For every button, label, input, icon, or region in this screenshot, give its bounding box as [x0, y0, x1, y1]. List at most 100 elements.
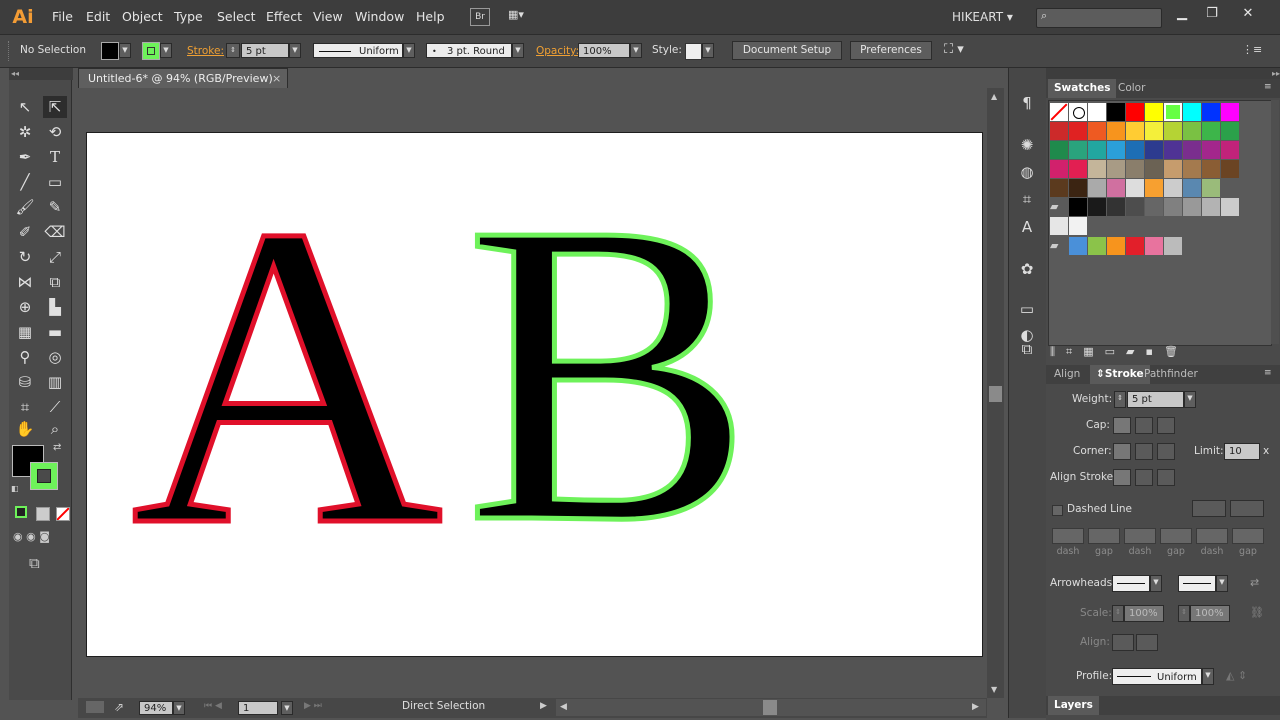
swatch[interactable]	[1164, 103, 1182, 121]
swatch[interactable]	[1126, 103, 1144, 121]
dash-field-1[interactable]	[1052, 528, 1084, 544]
gray-swatch[interactable]	[1202, 198, 1220, 216]
swatch[interactable]	[1221, 103, 1239, 121]
group-swatch[interactable]	[1088, 237, 1106, 255]
scroll-down-icon[interactable]: ▼	[991, 685, 997, 694]
variable-width-field[interactable]: Uniform	[313, 43, 403, 58]
projecting-cap-icon[interactable]	[1157, 417, 1175, 434]
butt-cap-icon[interactable]	[1113, 417, 1131, 434]
color-mode-icon[interactable]	[15, 506, 27, 518]
horizontal-scrollbar[interactable]: ◀ ▶	[556, 699, 986, 716]
stroke-swatch[interactable]	[142, 42, 160, 60]
search-input[interactable]: ⌕	[1036, 8, 1162, 28]
hand-tool-icon[interactable]: ✋	[13, 418, 37, 440]
swatch[interactable]	[1145, 160, 1163, 178]
free-transform-icon[interactable]: ⧉	[43, 271, 67, 293]
character-icon[interactable]: A	[1014, 216, 1040, 238]
gray-swatch[interactable]	[1183, 198, 1201, 216]
scroll-right-icon[interactable]: ▶	[972, 702, 979, 712]
style-swatch[interactable]	[685, 43, 702, 60]
flip-profile-icon[interactable]: ◭ ⇕	[1226, 669, 1247, 682]
swatches-scrollbar[interactable]	[1271, 100, 1279, 344]
pencil-icon[interactable]: ✎	[43, 196, 67, 218]
dash-field-3[interactable]	[1196, 528, 1228, 544]
paragraph-icon[interactable]: ¶	[1014, 92, 1040, 114]
menu-select[interactable]: Select	[217, 0, 256, 34]
stroke-stepper[interactable]: ⇕	[226, 43, 240, 58]
document-tab[interactable]: Untitled-6* @ 94% (RGB/Preview) ×	[78, 68, 288, 89]
stroke-weight-dropdown[interactable]: ▼	[289, 43, 301, 58]
brush-field[interactable]: • 3 pt. Round	[426, 43, 512, 58]
menu-help[interactable]: Help	[416, 0, 445, 34]
stroke-weight-field[interactable]: 5 pt	[241, 43, 289, 58]
appearance-icon[interactable]: ✺	[1014, 134, 1040, 156]
gray-swatch[interactable]	[1069, 217, 1087, 235]
gray-swatch[interactable]	[1221, 198, 1239, 216]
swatch[interactable]	[1126, 179, 1144, 197]
swatch[interactable]	[1069, 160, 1087, 178]
swatch[interactable]	[1183, 103, 1201, 121]
tab-align[interactable]: Align	[1048, 365, 1086, 384]
symbol-sprayer-icon[interactable]: ⛁	[13, 371, 37, 393]
shape-builder-icon[interactable]: ⊕	[13, 296, 37, 318]
menu-window[interactable]: Window	[355, 0, 404, 34]
paintbrush-icon[interactable]: 🖌	[13, 196, 37, 218]
swatch[interactable]	[1183, 122, 1201, 140]
swatch[interactable]	[1202, 103, 1220, 121]
swatch[interactable]	[1069, 122, 1087, 140]
scale-end-field[interactable]: 100%	[1190, 605, 1230, 622]
tab-layers[interactable]: Layers	[1048, 696, 1099, 715]
lasso-icon[interactable]: ⟲	[43, 121, 67, 143]
swatch[interactable]	[1145, 103, 1163, 121]
artboard[interactable]: A B	[86, 132, 983, 657]
swatch[interactable]	[1069, 141, 1087, 159]
style-dropdown[interactable]: ▼	[702, 43, 714, 58]
gradient-mode-icon[interactable]	[36, 507, 50, 521]
swatch[interactable]	[1050, 179, 1068, 197]
line-tool-icon[interactable]: ╱	[13, 171, 37, 193]
gray-swatch[interactable]	[1088, 198, 1106, 216]
swatch[interactable]	[1183, 141, 1201, 159]
export-icon[interactable]: ⇗	[114, 700, 124, 714]
fill-dropdown[interactable]: ▼	[119, 43, 131, 58]
letter-a[interactable]: A	[129, 135, 446, 618]
panel-menu-icon[interactable]: ⋮≡	[1242, 43, 1262, 56]
layers-panel-icon[interactable]: ⧉	[1014, 338, 1040, 360]
link-scale-icon[interactable]: ⛓	[1250, 606, 1264, 619]
rectangle-tool-icon[interactable]: ▭	[43, 171, 67, 193]
stroke-dropdown[interactable]: ▼	[160, 43, 172, 58]
restore-icon[interactable]: ❐	[1198, 4, 1226, 24]
graph-tool-icon[interactable]: ▥	[43, 371, 67, 393]
swatch[interactable]	[1050, 122, 1068, 140]
screen-mode-icon[interactable]: ⧉	[29, 554, 40, 572]
bridge-button[interactable]: Br	[470, 8, 490, 26]
swatch[interactable]	[1107, 160, 1125, 178]
bevel-join-icon[interactable]	[1157, 443, 1175, 460]
start-arrowhead-field[interactable]	[1112, 575, 1150, 592]
swatch[interactable]	[1202, 160, 1220, 178]
round-join-icon[interactable]	[1135, 443, 1153, 460]
workspace-switcher[interactable]: HIKEART ▾	[952, 0, 1013, 34]
tab-color[interactable]: Color	[1112, 79, 1151, 98]
vertical-scrollbar[interactable]: ▲ ▼	[987, 88, 1004, 698]
tab-pathfinder[interactable]: Pathfinder	[1138, 365, 1204, 384]
perspective-grid-icon[interactable]: ▙	[43, 296, 67, 318]
limit-field[interactable]: 10	[1224, 443, 1260, 460]
swatch[interactable]	[1088, 103, 1106, 121]
first-artboard-icon[interactable]: ⏮ ◀	[204, 701, 222, 711]
opacity-dropdown[interactable]: ▼	[630, 43, 642, 58]
end-arrowhead-dropdown[interactable]: ▼	[1216, 575, 1228, 592]
swatch[interactable]	[1183, 160, 1201, 178]
swatch[interactable]	[1221, 122, 1239, 140]
artboard-dropdown[interactable]: ▼	[281, 701, 293, 715]
gray-swatch[interactable]	[1069, 198, 1087, 216]
scale-tool-icon[interactable]: ⤢	[43, 246, 67, 268]
menu-file[interactable]: File	[52, 0, 73, 34]
menu-effect[interactable]: Effect	[266, 0, 302, 34]
align-inside-icon[interactable]	[1135, 469, 1153, 486]
eraser-icon[interactable]: ⌫	[43, 221, 67, 243]
stroke-menu-icon[interactable]: ≡	[1264, 368, 1272, 378]
swap-arrowheads-icon[interactable]: ⇄	[1250, 576, 1259, 589]
type-tool-icon[interactable]: T	[43, 146, 67, 168]
weight-stepper[interactable]: ⇕	[1114, 391, 1126, 408]
